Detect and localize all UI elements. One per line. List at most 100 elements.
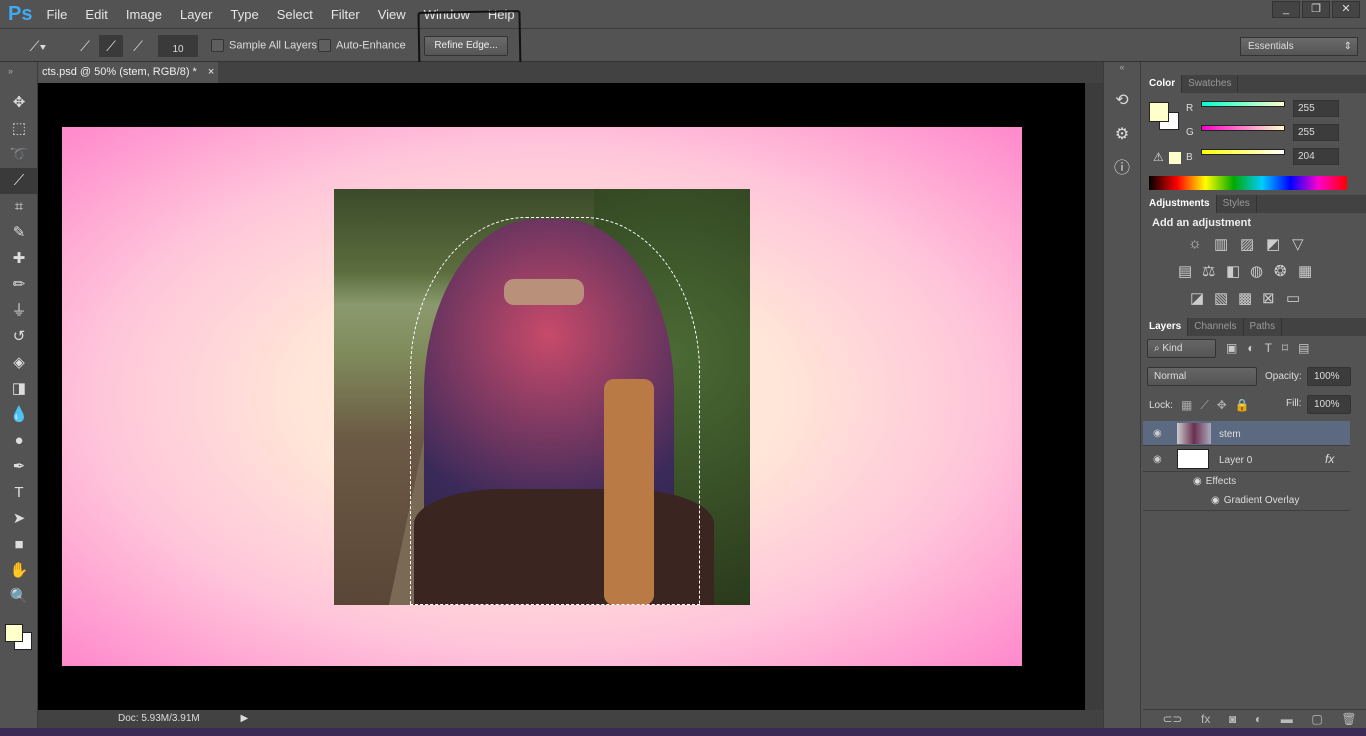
lock-icons[interactable]: ▦⟋✥🔒 [1181, 398, 1258, 413]
out-of-gamut-warning-icon[interactable]: ⚠ [1153, 150, 1164, 164]
brush-size-picker[interactable]: 10 [158, 35, 198, 57]
tab-styles[interactable]: Styles [1217, 195, 1257, 213]
menu-select[interactable]: Select [277, 7, 313, 22]
color-spectrum-bar[interactable] [1149, 176, 1347, 190]
eyedropper-tool-icon[interactable]: ✎ [0, 220, 38, 246]
levels-icon[interactable]: ▥ [1214, 235, 1228, 253]
brush-tool-icon[interactable]: ✏ [0, 272, 38, 298]
zoom-tool-icon[interactable]: 🔍 [0, 584, 38, 610]
tool-preset-picker[interactable]: ⟋▾ [20, 35, 56, 57]
delete-layer-icon[interactable]: 🗑 [1341, 712, 1356, 726]
subtract-from-selection-icon[interactable]: ⟋ [127, 35, 149, 57]
clone-stamp-tool-icon[interactable]: ⏚ [0, 298, 38, 324]
hue-saturation-icon[interactable]: ▤ [1178, 262, 1192, 280]
photo-filter-icon[interactable]: ◍ [1250, 262, 1263, 280]
type-tool-icon[interactable]: T [0, 480, 38, 506]
close-button[interactable]: ✕ [1332, 1, 1360, 18]
vibrance-icon[interactable]: ▽ [1292, 235, 1304, 253]
restore-button[interactable]: ❐ [1302, 1, 1330, 18]
tab-swatches[interactable]: Swatches [1182, 75, 1239, 93]
path-selection-tool-icon[interactable]: ➤ [0, 506, 38, 532]
pen-tool-icon[interactable]: ✒ [0, 454, 38, 480]
auto-enhance-checkbox[interactable]: Auto-Enhance [318, 39, 406, 52]
move-tool-icon[interactable]: ✥ [0, 90, 38, 116]
history-brush-tool-icon[interactable]: ↺ [0, 324, 38, 350]
add-mask-icon[interactable]: ◙ [1229, 712, 1236, 726]
selective-color-icon[interactable]: ⊠ [1262, 289, 1275, 307]
color-balance-icon[interactable]: ⚖ [1202, 262, 1215, 280]
brightness-contrast-icon[interactable]: ☼ [1188, 235, 1202, 252]
posterize-icon[interactable]: ▧ [1214, 289, 1228, 307]
threshold-icon[interactable]: ▩ [1238, 289, 1252, 307]
r-slider[interactable] [1201, 101, 1285, 107]
sample-all-layers-checkbox[interactable]: Sample All Layers [211, 39, 317, 52]
minimize-button[interactable]: _ [1272, 1, 1300, 18]
tab-paths[interactable]: Paths [1244, 318, 1283, 336]
menu-file[interactable]: File [46, 7, 67, 22]
curves-icon[interactable]: ▨ [1240, 235, 1254, 253]
tab-channels[interactable]: Channels [1188, 318, 1244, 336]
stem-layer-photo[interactable] [334, 189, 750, 605]
workspace-switcher[interactable]: Essentials ⇕ [1240, 37, 1358, 56]
spot-healing-tool-icon[interactable]: ✚ [0, 246, 38, 272]
rectangle-tool-icon[interactable]: ■ [0, 532, 38, 558]
opacity-input[interactable]: 100% [1307, 367, 1351, 386]
status-menu-arrow-icon[interactable]: ▶ [241, 713, 249, 724]
menu-edit[interactable]: Edit [85, 7, 107, 22]
new-group-icon[interactable]: ▬ [1281, 712, 1293, 726]
add-style-icon[interactable]: fx [1201, 712, 1210, 726]
gradient-overlay-row[interactable]: ◉ Gradient Overlay [1211, 495, 1299, 506]
eraser-tool-icon[interactable]: ◈ [0, 350, 38, 376]
visibility-eye-icon[interactable]: ◉ [1153, 428, 1162, 439]
layer-filter-select[interactable]: ⌕ Kind [1147, 339, 1216, 358]
foreground-color-swatch[interactable] [1149, 102, 1169, 122]
color-lookup-icon[interactable]: ▦ [1298, 262, 1312, 280]
gradient-tool-icon[interactable]: ◨ [0, 376, 38, 402]
layer-row-stem[interactable]: ◉ stem [1143, 421, 1350, 446]
visibility-eye-icon[interactable]: ◉ [1153, 454, 1162, 465]
crop-tool-icon[interactable]: ⌗ [0, 194, 38, 220]
quick-selection-tool-icon[interactable]: ⟋ [0, 168, 38, 194]
fill-input[interactable]: 100% [1307, 395, 1351, 414]
menu-layer[interactable]: Layer [180, 7, 213, 22]
b-value-input[interactable]: 204 [1293, 148, 1339, 165]
b-slider[interactable] [1201, 149, 1285, 155]
r-value-input[interactable]: 255 [1293, 100, 1339, 117]
new-adjustment-icon[interactable]: ◐ [1255, 712, 1262, 726]
gamut-color-swatch[interactable] [1169, 152, 1181, 164]
layer-filter-icons[interactable]: ▣◐T⌑▤ [1226, 341, 1319, 355]
layer-row-layer-0[interactable]: ◉ Layer 0 fx [1143, 447, 1350, 472]
invert-icon[interactable]: ◪ [1190, 289, 1204, 307]
dodge-tool-icon[interactable]: ● [0, 428, 38, 454]
tab-color[interactable]: Color [1143, 75, 1183, 93]
tab-layers[interactable]: Layers [1143, 318, 1189, 336]
hand-tool-icon[interactable]: ✋ [0, 558, 38, 584]
close-tab-icon[interactable]: × [208, 66, 214, 78]
link-layers-icon[interactable]: ⊂⊃ [1162, 712, 1182, 726]
new-selection-icon[interactable]: ⟋ [74, 35, 96, 57]
black-white-icon[interactable]: ◧ [1226, 262, 1240, 280]
layer-effects-icon[interactable]: fx [1325, 452, 1334, 466]
history-icon[interactable]: ⟲ [1104, 90, 1140, 110]
blend-mode-select[interactable]: Normal [1147, 367, 1257, 386]
g-value-input[interactable]: 255 [1293, 124, 1339, 141]
add-to-selection-icon[interactable]: ⟋ [99, 35, 123, 57]
gradient-map-icon[interactable]: ▭ [1286, 289, 1300, 307]
blur-tool-icon[interactable]: 💧 [0, 402, 38, 428]
vertical-scrollbar[interactable] [1085, 83, 1103, 710]
foreground-color-icon[interactable] [5, 624, 23, 642]
channel-mixer-icon[interactable]: ❂ [1274, 262, 1287, 280]
menu-filter[interactable]: Filter [331, 7, 360, 22]
tab-adjustments[interactable]: Adjustments [1143, 195, 1217, 213]
rectangular-marquee-tool-icon[interactable]: ⬚ [0, 116, 38, 142]
g-slider[interactable] [1201, 125, 1285, 131]
effects-row[interactable]: ◉ Effects [1193, 476, 1236, 487]
lasso-tool-icon[interactable]: ➰ [0, 142, 38, 168]
menu-type[interactable]: Type [231, 7, 259, 22]
new-layer-icon[interactable]: ▢ [1311, 712, 1322, 726]
menu-image[interactable]: Image [126, 7, 162, 22]
info-icon[interactable]: ⓘ [1104, 154, 1140, 178]
document-tab[interactable]: cts.psd @ 50% (stem, RGB/8) * × [38, 62, 218, 83]
exposure-icon[interactable]: ◩ [1266, 235, 1280, 253]
menu-view[interactable]: View [378, 7, 406, 22]
